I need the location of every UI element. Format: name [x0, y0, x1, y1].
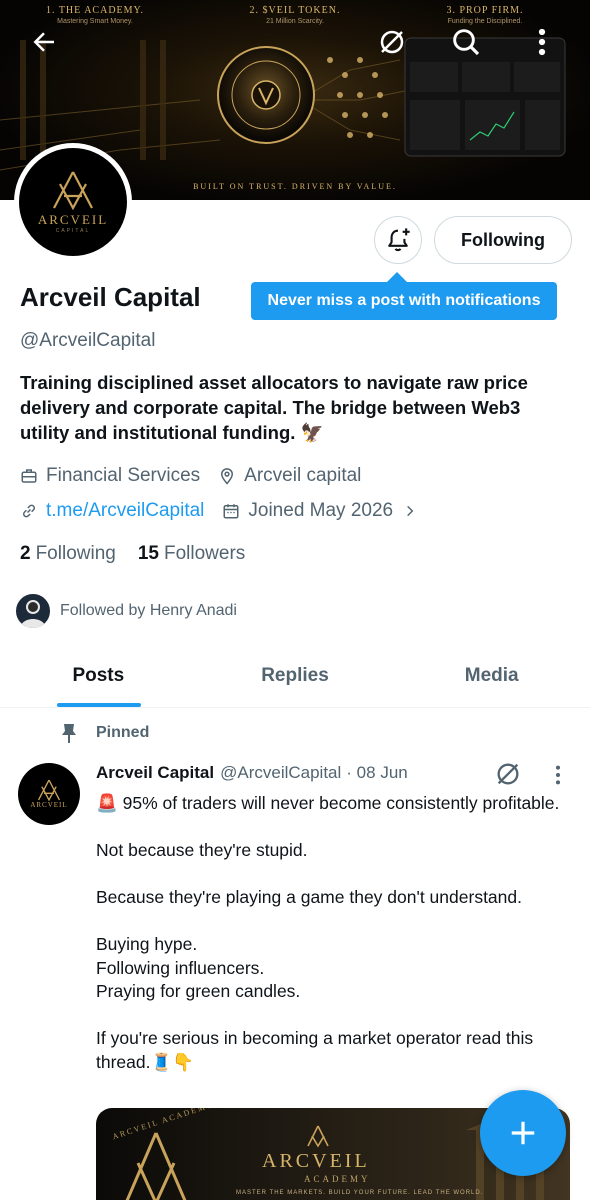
grok-button[interactable] — [372, 22, 412, 62]
post-more-button[interactable] — [554, 764, 562, 791]
bell-plus-icon — [388, 228, 410, 252]
profile-location: Arcveil capital — [244, 465, 362, 486]
grok-icon — [380, 30, 404, 54]
location-item: Arcveil capital — [218, 465, 361, 487]
banner-col1-title: 1. THE ACADEMY. — [46, 5, 144, 16]
following-count-label: Following — [35, 543, 116, 564]
joined-item[interactable]: Joined May 2026 — [222, 500, 417, 522]
profile-bio: Training disciplined asset allocators to… — [20, 372, 528, 443]
website-item[interactable]: t.me/ArcveilCapital — [20, 500, 204, 522]
media-subtitle: ACADEMY — [304, 1174, 371, 1184]
location-pin-icon — [221, 468, 234, 485]
compose-button[interactable] — [480, 1090, 566, 1176]
followed-by-text: Followed by Henry Anadi — [60, 602, 237, 619]
arcveil-logo-icon — [37, 779, 61, 801]
profile-meta-row-2: t.me/ArcveilCapital Joined May 2026 — [20, 500, 435, 522]
person-silhouette-icon — [20, 600, 46, 628]
tab-replies[interactable]: Replies — [197, 645, 394, 707]
profile-meta-row-1: Financial Services Arcveil capital — [20, 465, 379, 487]
pinned-indicator: Pinned — [58, 722, 149, 744]
followed-by-row[interactable]: Followed by Henry Anadi — [14, 592, 237, 630]
more-vertical-icon — [555, 765, 561, 785]
plus-icon — [511, 1121, 535, 1145]
notification-tooltip[interactable]: Never miss a post with notifications — [251, 272, 557, 320]
back-button[interactable] — [24, 22, 64, 62]
followers-count: 15 — [137, 543, 159, 564]
link-icon — [22, 504, 36, 518]
followers-count-label: Followers — [163, 543, 246, 564]
pinned-label: Pinned — [96, 724, 150, 741]
avatar-wordmark: ARCVEIL — [37, 212, 109, 227]
following-count: 2 — [20, 543, 31, 564]
post-date[interactable]: · 08 Jun — [346, 763, 407, 783]
media-tagline: MASTER THE MARKETS. BUILD YOUR FUTURE. L… — [236, 1190, 484, 1196]
briefcase-icon — [21, 469, 37, 483]
media-title: ARCVEIL — [262, 1150, 370, 1172]
follower-avatar — [14, 592, 52, 630]
banner-col3-title: 3. PROP FIRM. — [446, 5, 524, 16]
post-body-text: 🚨 95% of traders will never become consi… — [96, 793, 560, 1072]
arcveil-logo-icon — [53, 171, 93, 210]
grok-icon — [497, 763, 519, 785]
profile-category: Financial Services — [46, 465, 201, 486]
more-vertical-icon — [538, 28, 546, 56]
followers-count-link[interactable]: 15 Followers — [138, 543, 245, 565]
notifications-button[interactable] — [374, 216, 422, 264]
post-grok-button[interactable] — [494, 760, 522, 793]
profile-website-link[interactable]: t.me/ArcveilCapital — [46, 500, 204, 522]
post-author-handle[interactable]: @ArcveilCapital — [220, 763, 341, 783]
profile-handle: @ArcveilCapital — [20, 330, 156, 351]
post-avatar-wordmark: ARCVEIL — [30, 801, 68, 809]
search-icon — [453, 29, 480, 56]
tab-media[interactable]: Media — [393, 645, 590, 707]
chevron-right-icon — [407, 505, 414, 517]
arrow-left-icon — [33, 32, 54, 52]
category-item: Financial Services — [20, 465, 200, 487]
avatar-subtitle: CAPITAL — [55, 228, 91, 234]
profile-tabs: Posts Replies Media — [0, 645, 590, 708]
pin-icon — [62, 724, 76, 743]
search-button[interactable] — [446, 22, 486, 62]
banner-col2-subtitle: 21 Million Scarcity. — [266, 18, 324, 25]
following-count-link[interactable]: 2 Following — [20, 543, 116, 565]
more-button[interactable] — [522, 22, 562, 62]
post-author-avatar[interactable]: ARCVEIL — [18, 763, 80, 825]
post-author-name[interactable]: Arcveil Capital — [96, 763, 214, 783]
display-name: Arcveil Capital — [20, 282, 201, 312]
tab-posts[interactable]: Posts — [0, 645, 197, 707]
post-header: Arcveil Capital @ArcveilCapital · 08 Jun — [96, 763, 408, 783]
following-button[interactable]: Following — [434, 216, 572, 264]
profile-avatar[interactable]: ARCVEIL CAPITAL — [14, 143, 132, 261]
avatar-logo: ARCVEIL CAPITAL — [19, 148, 127, 256]
profile-joined-date: Joined May 2026 — [248, 500, 394, 521]
banner-col2-title: 2. $VEIL TOKEN. — [249, 5, 341, 16]
follow-counts: 2 Following 15 Followers — [20, 543, 267, 565]
calendar-icon — [223, 504, 239, 519]
